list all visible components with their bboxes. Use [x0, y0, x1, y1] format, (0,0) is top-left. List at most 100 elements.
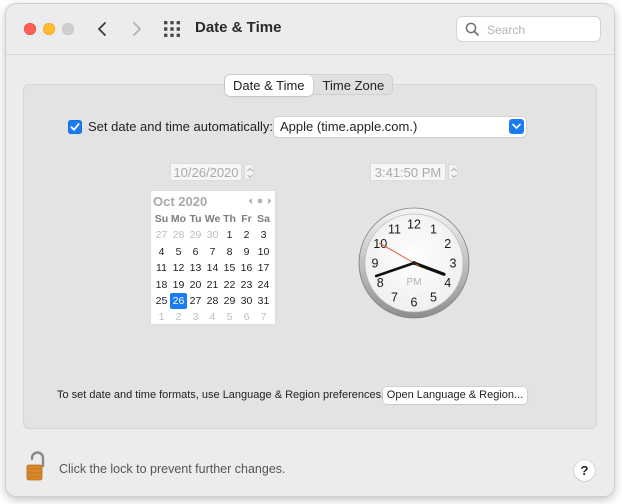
calendar-day[interactable]: 5 [221, 309, 238, 325]
calendar-day[interactable]: 18 [153, 277, 170, 293]
time-server-select[interactable]: Apple (time.apple.com.) [274, 117, 526, 137]
calendar-day[interactable]: 6 [238, 309, 255, 325]
calendar-day[interactable]: 14 [204, 260, 221, 276]
calendar-week-row: 18 19 20 21 22 23 24 [153, 277, 272, 293]
tab-bar: Date & Time Time Zone [224, 74, 394, 96]
help-button[interactable]: ? [574, 460, 595, 481]
clock-ampm-label: PM [407, 277, 422, 288]
calendar-day[interactable]: 2 [238, 227, 255, 243]
time-stepper[interactable] [448, 164, 458, 180]
calendar-day[interactable]: 6 [187, 244, 204, 260]
calendar-day[interactable]: 19 [170, 277, 187, 293]
chevron-right-icon [133, 22, 141, 36]
calendar-day-selected[interactable]: 26 [170, 292, 187, 310]
search-field[interactable] [456, 16, 601, 42]
open-language-region-button[interactable]: Open Language & Region... [383, 387, 527, 404]
date-stepper[interactable] [244, 164, 254, 180]
calendar-weekday-row: Su Mo Tu We Th Fr Sa [153, 211, 272, 227]
today-icon[interactable] [257, 198, 263, 204]
calendar-week-row: 25 26 27 28 29 30 31 [153, 292, 272, 310]
auto-time-label: Set date and time automatically: [88, 119, 273, 134]
calendar-day[interactable]: 4 [153, 244, 170, 260]
calendar-day[interactable]: 25 [153, 293, 170, 309]
calendar-day[interactable]: 15 [221, 260, 238, 276]
lock-button[interactable] [24, 450, 50, 487]
dropdown-button[interactable] [509, 119, 524, 134]
toolbar: Date & Time [6, 4, 614, 55]
calendar-day[interactable]: 21 [204, 277, 221, 293]
calendar-day[interactable]: 1 [221, 227, 238, 243]
window-title: Date & Time [195, 19, 282, 36]
chevron-left-icon [98, 22, 106, 36]
calendar-day[interactable]: 20 [187, 277, 204, 293]
clock-numeral: 7 [391, 290, 398, 304]
next-month-icon[interactable] [268, 198, 272, 204]
clock-numeral: 8 [377, 276, 384, 290]
calendar-day[interactable]: 12 [170, 260, 187, 276]
clock-numeral: 12 [407, 218, 421, 232]
close-window-button[interactable] [24, 23, 36, 35]
calendar-day[interactable]: 11 [153, 260, 170, 276]
unlocked-lock-icon [26, 451, 45, 481]
show-all-button[interactable] [164, 21, 180, 37]
clock-numeral: 6 [411, 296, 418, 310]
calendar-day[interactable]: 13 [187, 260, 204, 276]
zoom-window-button[interactable] [62, 23, 74, 35]
auto-time-checkbox[interactable] [68, 120, 82, 134]
calendar-day[interactable]: 1 [153, 309, 170, 325]
minimize-window-button[interactable] [43, 23, 55, 35]
time-field[interactable]: 3:41:50 PM [370, 163, 446, 181]
analog-clock[interactable]: 12 1 2 3 4 5 6 7 8 9 10 11 PM [354, 203, 474, 323]
clock-numeral: 2 [444, 237, 451, 251]
calendar-week-row: 4 5 6 7 8 9 10 [153, 244, 272, 260]
calendar-day[interactable]: 16 [238, 260, 255, 276]
calendar-day[interactable]: 29 [187, 227, 204, 243]
calendar-day[interactable]: 27 [153, 227, 170, 243]
calendar-day[interactable]: 3 [187, 309, 204, 325]
weekday-label: Mo [170, 213, 187, 225]
calendar-day[interactable]: 28 [204, 293, 221, 309]
calendar-day[interactable]: 24 [255, 277, 272, 293]
calendar-day[interactable]: 4 [204, 309, 221, 325]
calendar-day[interactable]: 29 [221, 293, 238, 309]
calendar-week-row: 11 12 13 14 15 16 17 [153, 260, 272, 276]
calendar-day[interactable]: 7 [204, 244, 221, 260]
calendar-day[interactable]: 9 [238, 244, 255, 260]
calendar-day[interactable]: 23 [238, 277, 255, 293]
calendar-day[interactable]: 2 [170, 309, 187, 325]
calendar-day[interactable]: 17 [255, 260, 272, 276]
stepper-arrows-icon [451, 167, 457, 179]
calendar[interactable]: Oct 2020 Su Mo Tu We Th Fr Sa 27 28 29 3… [151, 191, 275, 324]
calendar-day[interactable]: 28 [170, 227, 187, 243]
search-input[interactable] [485, 21, 597, 39]
calendar-day[interactable]: 30 [238, 293, 255, 309]
tab-time-zone[interactable]: Time Zone [315, 75, 393, 96]
clock-numeral: 9 [372, 257, 379, 271]
calendar-day[interactable]: 7 [255, 309, 272, 325]
calendar-day[interactable]: 3 [255, 227, 272, 243]
formats-hint: To set date and time formats, use Langua… [57, 389, 385, 401]
calendar-day[interactable]: 10 [255, 244, 272, 260]
calendar-grid: Su Mo Tu We Th Fr Sa 27 28 29 30 1 2 3 4… [153, 211, 272, 326]
calendar-day[interactable]: 22 [221, 277, 238, 293]
grid-icon [164, 21, 180, 37]
lock-hint: Click the lock to prevent further change… [59, 462, 286, 476]
calendar-nav [248, 198, 272, 204]
back-button[interactable] [92, 18, 114, 40]
calendar-day[interactable]: 27 [187, 293, 204, 309]
weekday-label: Th [223, 213, 236, 225]
tab-date-time[interactable]: Date & Time [225, 75, 313, 96]
weekday-label: Tu [189, 213, 202, 225]
clock-numeral: 11 [388, 223, 401, 237]
forward-button[interactable] [125, 18, 147, 40]
checkmark-icon [70, 123, 80, 131]
previous-month-icon[interactable] [248, 198, 253, 204]
chevron-down-icon [512, 123, 521, 129]
calendar-week-row: 27 28 29 30 1 2 3 [153, 227, 272, 243]
date-field[interactable]: 10/26/2020 [170, 163, 242, 181]
calendar-month-label: Oct 2020 [153, 194, 208, 209]
calendar-day[interactable]: 5 [170, 244, 187, 260]
calendar-day[interactable]: 31 [255, 293, 272, 309]
calendar-day[interactable]: 8 [221, 244, 238, 260]
calendar-day[interactable]: 30 [204, 227, 221, 243]
